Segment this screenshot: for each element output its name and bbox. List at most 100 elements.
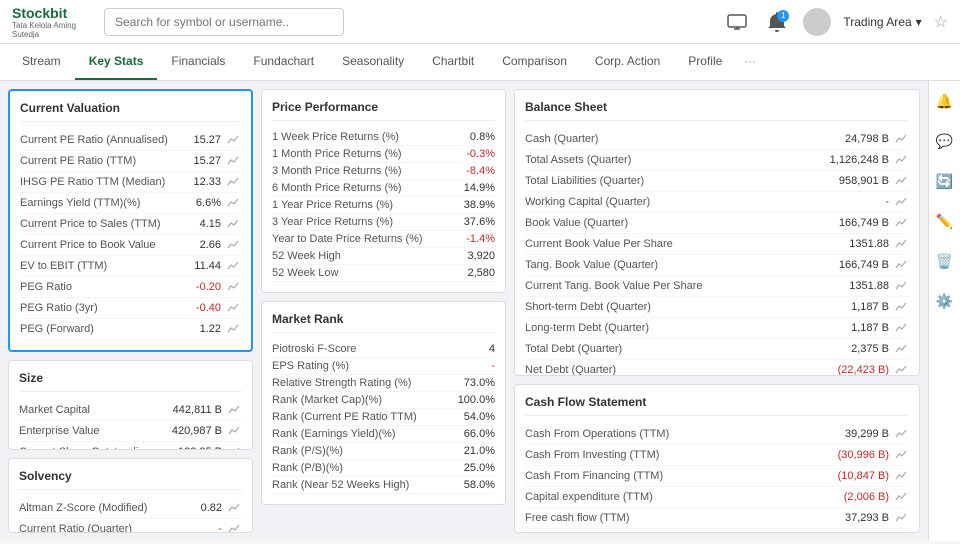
- tab-stream[interactable]: Stream: [8, 44, 75, 80]
- metric-label: Tang. Book Value (Quarter): [525, 259, 839, 271]
- chart-icon[interactable]: [225, 237, 241, 253]
- chart-icon[interactable]: [226, 423, 242, 439]
- metric-value: 66.0%: [445, 428, 495, 440]
- header: Stockbit Tata Kelola Aming Sutedja 1 Tra…: [0, 0, 960, 44]
- metric-value: 100.0%: [445, 394, 495, 406]
- chart-icon[interactable]: [893, 468, 909, 484]
- chart-icon[interactable]: [226, 521, 242, 533]
- chart-icon[interactable]: [226, 500, 242, 516]
- chart-icon[interactable]: [226, 444, 242, 450]
- notification-icon[interactable]: 1: [763, 8, 791, 36]
- metric-value: 37.6%: [445, 216, 495, 228]
- alarm-icon[interactable]: 🔔: [933, 89, 957, 113]
- metric-label: 52 Week Low: [272, 267, 445, 279]
- metric-value: 1,126,248 B: [830, 154, 889, 166]
- balance-sheet-title: Balance Sheet: [525, 100, 909, 121]
- metric-label: 1 Month Price Returns (%): [272, 148, 445, 160]
- watchlist-star-icon[interactable]: ☆: [934, 12, 948, 32]
- metric-row: Current PE Ratio (TTM)15.27: [20, 151, 241, 172]
- trading-area-button[interactable]: Trading Area ▾: [843, 15, 921, 29]
- chart-icon[interactable]: [893, 447, 909, 463]
- chart-icon[interactable]: [225, 216, 241, 232]
- metric-row: Rank (Current PE Ratio TTM)54.0%: [272, 409, 495, 426]
- metric-label: Year to Date Price Returns (%): [272, 233, 445, 245]
- search-box[interactable]: [104, 8, 344, 36]
- metric-label: 52 Week High: [272, 250, 445, 262]
- metric-row: Cash From Investing (TTM)(30,996 B): [525, 445, 909, 466]
- refresh-icon[interactable]: 🔄: [933, 169, 957, 193]
- metric-row: IHSG PE Ratio TTM (Median)12.33: [20, 172, 241, 193]
- metric-label: Rank (P/S)(%): [272, 445, 445, 457]
- chart-icon[interactable]: [893, 299, 909, 315]
- chart-icon[interactable]: [893, 257, 909, 273]
- nav-more[interactable]: ···: [736, 44, 764, 80]
- tab-comparison[interactable]: Comparison: [488, 44, 581, 80]
- chart-icon[interactable]: [893, 278, 909, 294]
- tab-profile[interactable]: Profile: [674, 44, 736, 80]
- metric-value: -0.3%: [445, 148, 495, 160]
- metric-value: 15.27: [171, 134, 221, 146]
- metric-row: 1 Week Price Returns (%)0.8%: [272, 129, 495, 146]
- market-rank-rows: Piotroski F-Score4EPS Rating (%)-Relativ…: [272, 341, 495, 494]
- chart-icon[interactable]: [225, 279, 241, 295]
- metric-row: Altman Z-Score (Modified)0.82: [19, 498, 242, 519]
- metric-label: Cash From Financing (TTM): [525, 470, 838, 482]
- market-rank-title: Market Rank: [272, 312, 495, 333]
- chart-icon[interactable]: [893, 215, 909, 231]
- metric-label: Free cash flow (TTM): [525, 512, 839, 524]
- metric-value: 420,987 B: [172, 425, 222, 437]
- metric-row: Rank (P/B)(%)25.0%: [272, 460, 495, 477]
- metric-value: 15.27: [171, 155, 221, 167]
- chart-icon[interactable]: [226, 402, 242, 418]
- notification-badge: 1: [777, 10, 789, 22]
- settings-icon[interactable]: ⚙️: [933, 289, 957, 313]
- monitor-icon[interactable]: [723, 8, 751, 36]
- tab-financials[interactable]: Financials: [157, 44, 239, 80]
- chart-icon[interactable]: [893, 173, 909, 189]
- chart-icon[interactable]: [893, 236, 909, 252]
- chart-icon[interactable]: [893, 320, 909, 336]
- metric-label: Current Book Value Per Share: [525, 238, 839, 250]
- edit-icon[interactable]: ✏️: [933, 209, 957, 233]
- metric-value: (2,006 B): [839, 491, 889, 503]
- tab-fundachart[interactable]: Fundachart: [239, 44, 328, 80]
- chart-icon[interactable]: [893, 194, 909, 210]
- metric-value: -1.4%: [445, 233, 495, 245]
- tab-seasonality[interactable]: Seasonality: [328, 44, 418, 80]
- chart-icon[interactable]: [893, 341, 909, 357]
- chart-icon[interactable]: [225, 174, 241, 190]
- metric-row: Piotroski F-Score4: [272, 341, 495, 358]
- metric-label: Rank (P/B)(%): [272, 462, 445, 474]
- chart-icon[interactable]: [225, 300, 241, 316]
- chart-icon[interactable]: [225, 321, 241, 337]
- chart-icon[interactable]: [225, 153, 241, 169]
- logo-sub: Tata Kelola Aming Sutedja: [12, 21, 92, 39]
- metric-row: Current Price to Book Value2.66: [20, 235, 241, 256]
- metric-row: Rank (Market Cap)(%)100.0%: [272, 392, 495, 409]
- search-input[interactable]: [104, 8, 344, 36]
- header-right: 1 Trading Area ▾ ☆: [723, 8, 948, 36]
- chart-icon[interactable]: [893, 489, 909, 505]
- chat-icon[interactable]: 💬: [933, 129, 957, 153]
- tab-chartbit[interactable]: Chartbit: [418, 44, 488, 80]
- size-title: Size: [19, 371, 242, 392]
- metric-label: EV to EBIT (TTM): [20, 260, 171, 272]
- tab-corp-action[interactable]: Corp. Action: [581, 44, 674, 80]
- chart-icon[interactable]: [225, 132, 241, 148]
- metric-value: 166,749 B: [839, 259, 889, 271]
- chart-icon[interactable]: [893, 510, 909, 526]
- metric-row: 3 Month Price Returns (%)-8.4%: [272, 163, 495, 180]
- chart-icon[interactable]: [893, 131, 909, 147]
- metric-value: 39,299 B: [839, 428, 889, 440]
- metric-label: 1 Week Price Returns (%): [272, 131, 445, 143]
- metric-value: 0.82: [172, 502, 222, 514]
- metric-row: Cash From Operations (TTM)39,299 B: [525, 424, 909, 445]
- chart-icon[interactable]: [893, 152, 909, 168]
- tab-key-stats[interactable]: Key Stats: [75, 44, 158, 80]
- chart-icon[interactable]: [225, 195, 241, 211]
- metric-value: -: [172, 523, 222, 533]
- trash-icon[interactable]: 🗑️: [933, 249, 957, 273]
- chart-icon[interactable]: [893, 426, 909, 442]
- chart-icon[interactable]: [893, 362, 909, 376]
- chart-icon[interactable]: [225, 258, 241, 274]
